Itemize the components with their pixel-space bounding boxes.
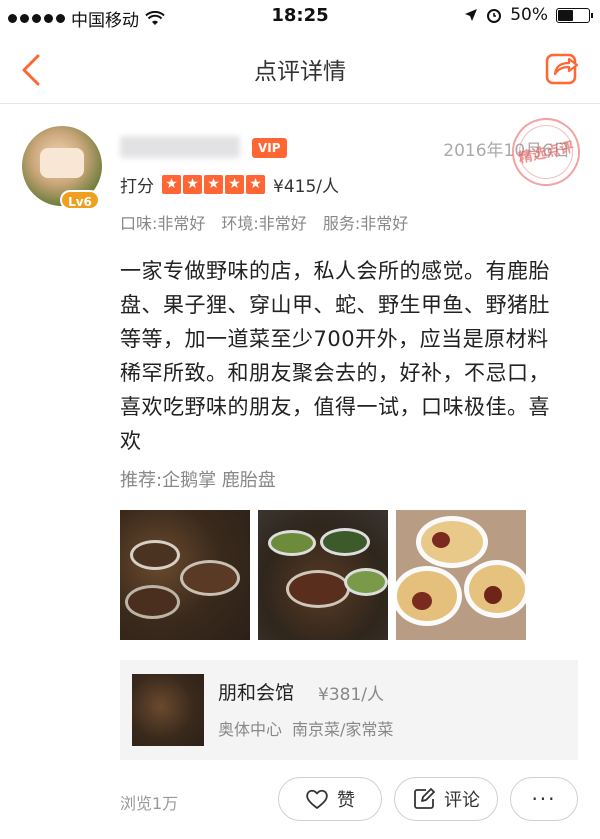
like-label: 赞 xyxy=(337,790,355,811)
username-blurred[interactable] xyxy=(120,136,240,158)
alarm-icon xyxy=(487,9,502,23)
sub-rating-environment: 环境:非常好 xyxy=(221,214,307,233)
shop-name: 朋和会馆 xyxy=(218,682,295,704)
rating-row: 打分 ★ ★ ★ ★ ★ ¥415/人 xyxy=(120,172,339,197)
more-icon: ··· xyxy=(531,787,557,811)
status-bar: 中国移动 18:25 50% xyxy=(0,0,600,34)
like-button[interactable]: 赞 xyxy=(278,777,382,821)
star-icon: ★ xyxy=(162,175,181,194)
star-icon: ★ xyxy=(204,175,223,194)
shop-thumbnail xyxy=(132,674,204,746)
battery-icon xyxy=(556,7,593,23)
sub-rating-service: 服务:非常好 xyxy=(322,214,409,233)
shop-price: ¥381/人 xyxy=(318,685,384,705)
comment-button[interactable]: 评论 xyxy=(394,777,498,821)
edit-icon xyxy=(414,788,435,809)
price-per-person: ¥415/人 xyxy=(273,177,339,197)
star-icon: ★ xyxy=(225,175,244,194)
stamp-label: 精选点评 xyxy=(517,139,576,167)
view-count: 浏览1万 xyxy=(120,794,179,813)
more-button[interactable]: ··· xyxy=(510,777,578,821)
status-right: 50% xyxy=(464,5,593,25)
heart-icon xyxy=(306,789,328,809)
battery-percent: 50% xyxy=(510,5,548,25)
shop-category: 南京菜/家常菜 xyxy=(292,720,394,739)
review-photo[interactable] xyxy=(396,510,526,640)
comment-label: 评论 xyxy=(444,790,480,811)
score-label: 打分 xyxy=(120,177,154,197)
vip-badge: VIP xyxy=(252,138,287,158)
shop-area: 奥体中心 xyxy=(218,720,283,739)
share-icon[interactable] xyxy=(542,48,582,88)
star-icon: ★ xyxy=(183,175,202,194)
level-badge: Lv6 xyxy=(60,190,100,210)
page-title: 点评详情 xyxy=(254,59,346,85)
shop-card[interactable]: 朋和会馆 ¥381/人 奥体中心 南京菜/家常菜 xyxy=(120,660,578,760)
review-photos xyxy=(120,510,526,640)
navigation-bar: 点评详情 xyxy=(0,34,600,104)
sub-ratings: 口味:非常好 环境:非常好 服务:非常好 xyxy=(120,210,408,234)
recommended-dishes: 推荐:企鹅掌 鹿胎盘 xyxy=(120,470,276,491)
star-icon: ★ xyxy=(246,175,265,194)
star-rating: ★ ★ ★ ★ ★ xyxy=(162,175,265,194)
review-content: 一家专做野味的店，私人会所的感觉。有鹿胎盘、果子狸、穿山甲、蛇、野生甲鱼、野猪肚… xyxy=(120,259,550,453)
sub-rating-taste: 口味:非常好 xyxy=(120,214,206,233)
review-photo[interactable] xyxy=(258,510,388,640)
review-photo[interactable] xyxy=(120,510,250,640)
featured-review-stamp: 精选点评 xyxy=(505,111,587,193)
shop-meta: 奥体中心 南京菜/家常菜 xyxy=(218,716,393,740)
location-arrow-icon xyxy=(465,9,478,21)
